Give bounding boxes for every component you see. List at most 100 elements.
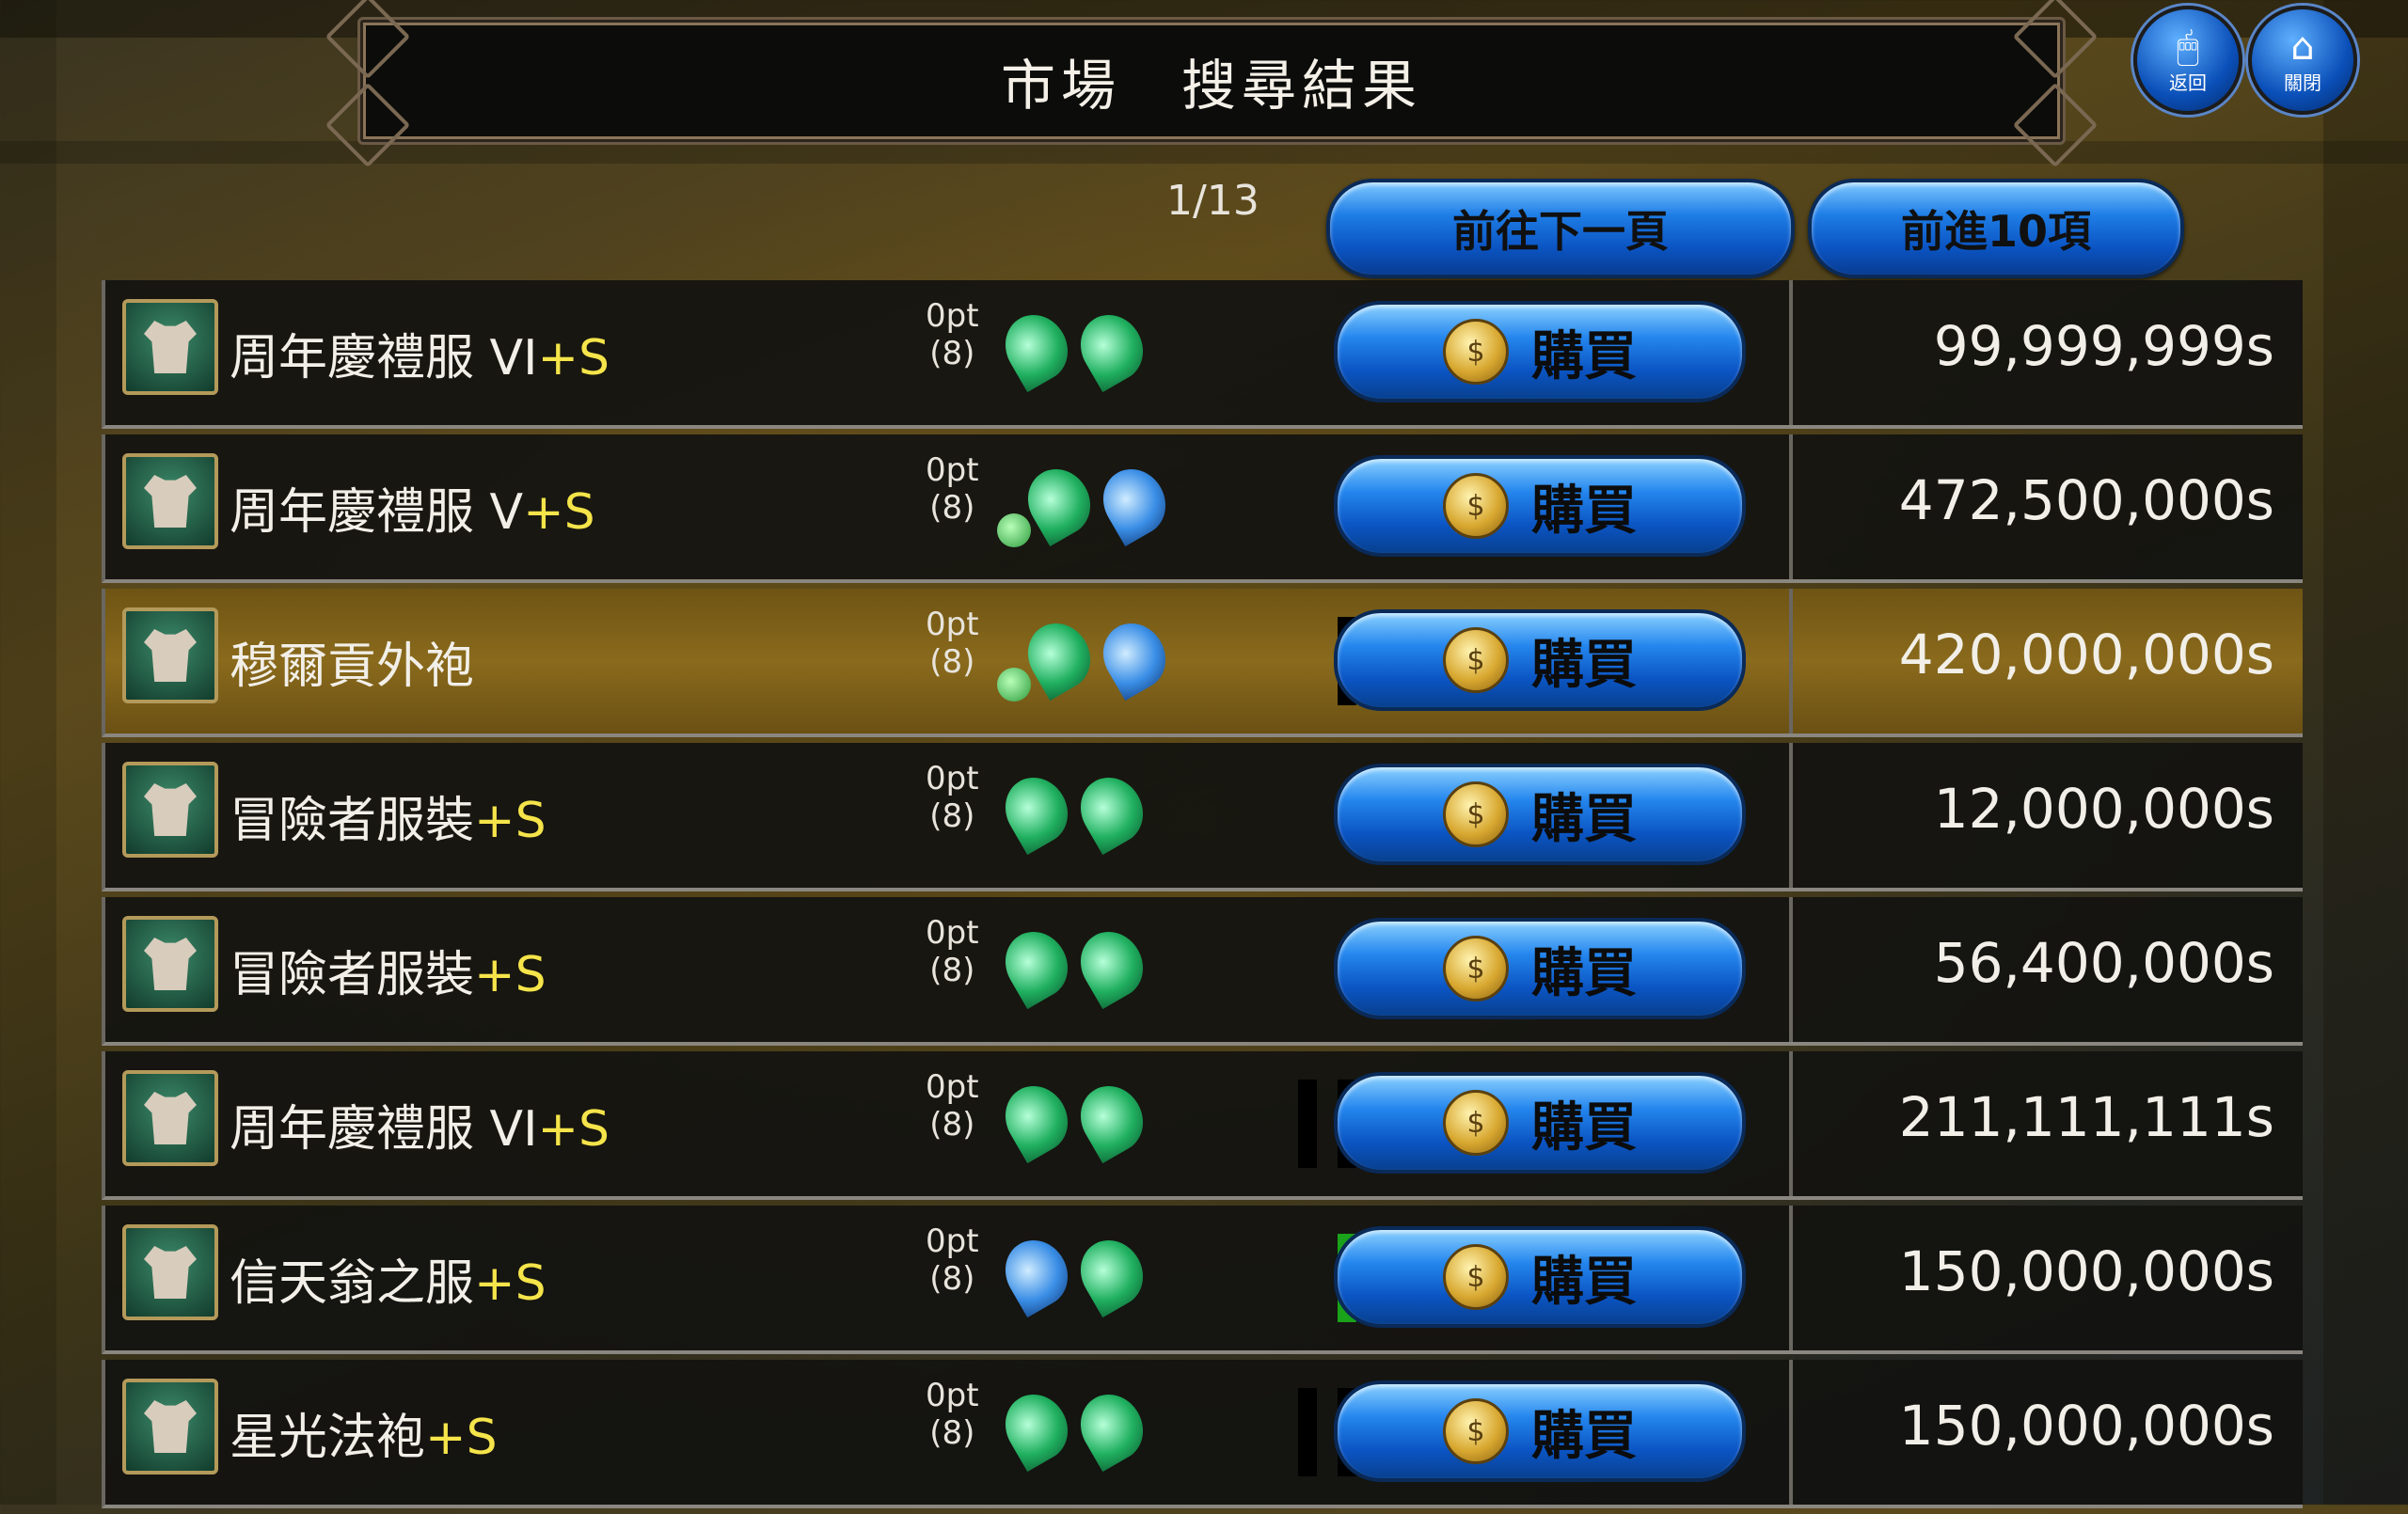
green-gem-icon xyxy=(993,1074,1080,1164)
page-title: 市場 搜尋結果 xyxy=(1000,54,1422,118)
clothing-icon xyxy=(144,1092,197,1144)
buy-label: 購買 xyxy=(1531,634,1637,696)
item-price: 420,000,000s xyxy=(1898,623,2274,686)
title-bar: 市場 搜尋結果 xyxy=(325,0,2099,168)
coin-icon: $ xyxy=(1443,936,1509,1001)
socket-dot-icon xyxy=(997,668,1031,702)
buy-label: 購買 xyxy=(1531,1096,1637,1159)
option-pt: 0pt xyxy=(926,451,979,489)
green-gem-icon xyxy=(993,1382,1080,1473)
item-price: 150,000,000s xyxy=(1898,1394,2274,1458)
list-item[interactable]: 冒險者服裝+S 0pt (8) $ 購買 12,000,000s xyxy=(102,743,2303,891)
item-name-text: 冒險者服裝 xyxy=(230,947,475,1003)
list-item[interactable]: 周年慶禮服 VI+S 0pt (8) $ 購買 99,999,999s xyxy=(102,280,2303,429)
option-points: 0pt (8) xyxy=(926,297,979,372)
option-pt: 0pt xyxy=(926,1377,979,1414)
green-gem-icon xyxy=(1069,1074,1155,1164)
column-divider xyxy=(1789,1051,1793,1196)
buy-label: 購買 xyxy=(1531,788,1637,850)
back-label: 返回 xyxy=(2169,71,2207,94)
socket-dot-icon xyxy=(997,513,1031,547)
item-name-text: 周年慶禮服 V xyxy=(230,484,524,541)
buy-button[interactable]: $ 購買 xyxy=(1334,1226,1746,1328)
list-item[interactable]: 周年慶禮服 V+S 0pt (8) $ 購買 472,500,000s xyxy=(102,434,2303,583)
list-item[interactable]: 信天翁之服+S 0pt (8) $ 購買 150,000,000s xyxy=(102,1206,2303,1354)
back-button[interactable]: 🖱 返回 xyxy=(2133,6,2242,115)
buy-label: 購買 xyxy=(1531,1405,1637,1467)
option-pt: 0pt xyxy=(926,914,979,952)
item-name-text: 穆爾貢外袍 xyxy=(230,639,475,695)
item-thumbnail xyxy=(122,607,218,703)
mouse-icon: 🖱 xyxy=(2177,24,2199,69)
option-count: (8) xyxy=(929,797,975,835)
option-pt: 0pt xyxy=(926,1222,979,1260)
buy-button[interactable]: $ 購買 xyxy=(1334,1380,1746,1482)
blue-gem-icon xyxy=(1091,611,1178,702)
color-swatch xyxy=(1298,1388,1317,1476)
gem-slots xyxy=(997,611,1178,702)
buy-button[interactable]: $ 購買 xyxy=(1334,764,1746,865)
list-item[interactable]: 星光法袍+S 0pt (8) $ 購買 150,000,000s xyxy=(102,1360,2303,1508)
house-icon: ⌂ xyxy=(2290,24,2315,69)
close-label: 關閉 xyxy=(2284,71,2321,94)
option-pt: 0pt xyxy=(926,1068,979,1106)
item-price: 12,000,000s xyxy=(1933,777,2274,841)
item-thumbnail xyxy=(122,916,218,1012)
item-suffix: +S xyxy=(537,330,610,386)
gem-slots xyxy=(993,1228,1176,1318)
column-divider xyxy=(1789,1360,1793,1505)
item-name: 周年慶禮服 VI+S xyxy=(230,1089,610,1159)
page-indicator: 1/13 xyxy=(1166,177,1259,225)
coin-icon: $ xyxy=(1443,319,1509,385)
option-pt: 0pt xyxy=(926,606,979,643)
option-pt: 0pt xyxy=(926,297,979,335)
color-swatch xyxy=(1298,1080,1317,1168)
gem-slots xyxy=(997,457,1178,547)
coin-icon: $ xyxy=(1443,627,1509,693)
buy-button[interactable]: $ 購買 xyxy=(1334,609,1746,711)
item-suffix: +S xyxy=(474,793,547,849)
buy-button[interactable]: $ 購買 xyxy=(1334,455,1746,557)
result-list: 周年慶禮服 VI+S 0pt (8) $ 購買 99,999,999s 周年慶禮服… xyxy=(102,280,2303,1514)
green-gem-icon xyxy=(993,303,1080,393)
list-item[interactable]: 穆爾貢外袍 0pt (8) $ 購買 420,000,000s xyxy=(102,589,2303,737)
blue-gem-icon xyxy=(993,1228,1080,1318)
item-thumbnail xyxy=(122,1379,218,1475)
option-count: (8) xyxy=(929,643,975,681)
clothing-icon xyxy=(144,783,197,836)
item-name: 周年慶禮服 VI+S xyxy=(230,318,610,388)
clothing-icon xyxy=(144,475,197,528)
option-points: 0pt (8) xyxy=(926,1222,979,1298)
item-price: 472,500,000s xyxy=(1898,468,2274,532)
next-10-label: 前進10項 xyxy=(1900,206,2091,257)
green-gem-icon xyxy=(993,765,1080,856)
buy-button[interactable]: $ 購買 xyxy=(1334,1072,1746,1174)
option-points: 0pt (8) xyxy=(926,760,979,835)
green-gem-icon xyxy=(993,920,1080,1010)
next-10-button[interactable]: 前進10項 xyxy=(1808,179,2184,278)
item-price: 56,400,000s xyxy=(1933,931,2274,995)
buy-label: 購買 xyxy=(1531,325,1637,387)
item-suffix: +S xyxy=(425,1410,498,1466)
green-gem-icon xyxy=(1069,1382,1155,1473)
column-divider xyxy=(1789,589,1793,733)
next-page-button[interactable]: 前往下一頁 xyxy=(1326,179,1795,278)
item-thumbnail xyxy=(122,1224,218,1320)
option-count: (8) xyxy=(929,489,975,527)
item-suffix: +S xyxy=(474,947,547,1003)
item-name-text: 周年慶禮服 VI xyxy=(230,1101,538,1158)
buy-button[interactable]: $ 購買 xyxy=(1334,301,1746,402)
item-thumbnail xyxy=(122,1070,218,1166)
list-item[interactable]: 冒險者服裝+S 0pt (8) $ 購買 56,400,000s xyxy=(102,897,2303,1046)
item-price: 211,111,111s xyxy=(1898,1085,2274,1149)
option-count: (8) xyxy=(929,335,975,372)
close-button[interactable]: ⌂ 關閉 xyxy=(2248,6,2357,115)
green-gem-icon xyxy=(1069,765,1155,856)
clothing-icon xyxy=(144,321,197,373)
column-divider xyxy=(1789,743,1793,888)
option-count: (8) xyxy=(929,952,975,989)
item-name-text: 冒險者服裝 xyxy=(230,793,475,849)
list-item[interactable]: 周年慶禮服 VI+S 0pt (8) $ 購買 211,111,111s xyxy=(102,1051,2303,1200)
clothing-icon xyxy=(144,1400,197,1453)
buy-button[interactable]: $ 購買 xyxy=(1334,918,1746,1019)
